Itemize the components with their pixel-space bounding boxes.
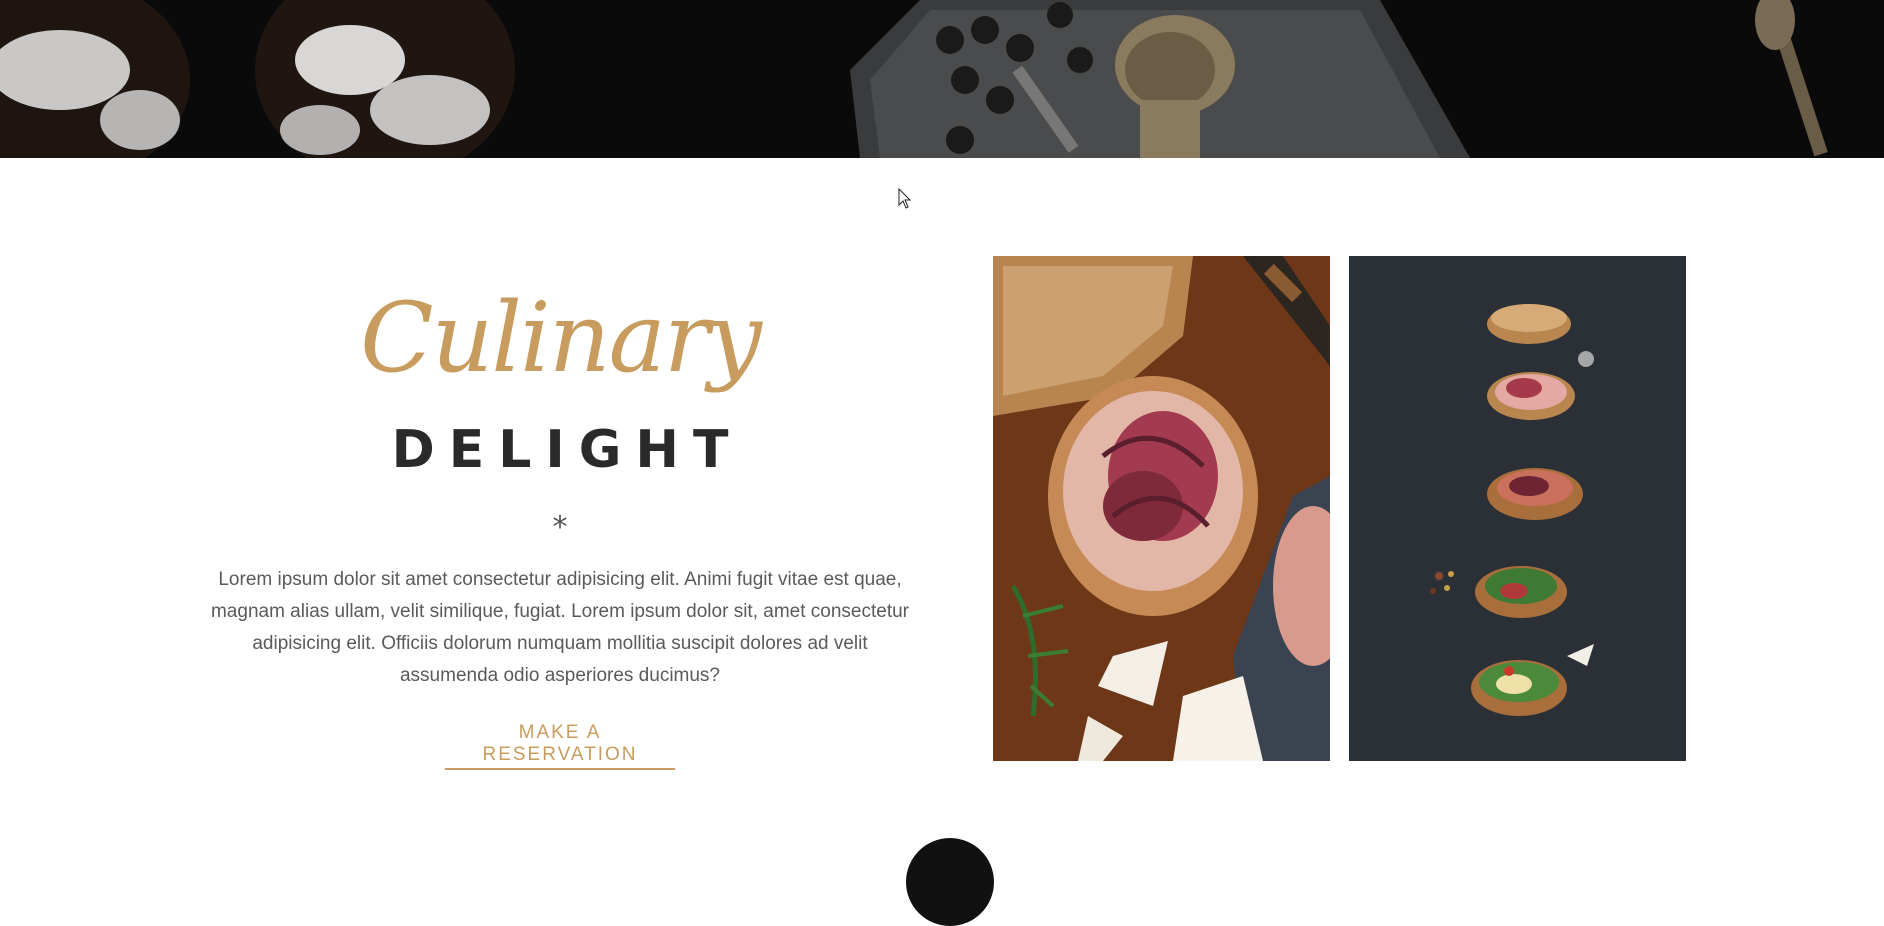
script-title: Culinary <box>360 282 762 394</box>
bruschetta-row-image <box>1349 256 1686 761</box>
photo-prosciutto-board <box>993 256 1330 761</box>
hero-banner <box>0 0 1884 158</box>
bold-title: DELIGHT <box>391 420 743 480</box>
ornament-asterisk: * <box>552 510 568 545</box>
photo-bruschetta-row <box>1349 256 1686 761</box>
scroll-down-button[interactable] <box>906 838 994 926</box>
prosciutto-board-image <box>993 256 1330 761</box>
make-reservation-link[interactable]: MAKE A RESERVATION <box>445 722 675 770</box>
hero-banner-image <box>0 0 1884 158</box>
mouse-pointer-icon <box>898 188 912 209</box>
intro-paragraph: Lorem ipsum dolor sit amet consectetur a… <box>210 569 909 686</box>
